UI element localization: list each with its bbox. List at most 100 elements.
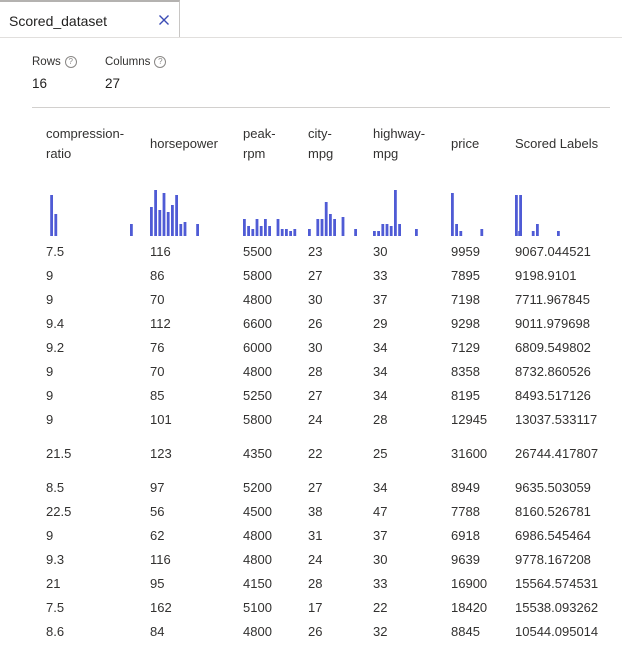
histogram-bar [50, 195, 53, 236]
table-cell: 21.5 [46, 446, 72, 461]
table-cell: 9 [46, 528, 54, 543]
table-cell: 22.5 [46, 504, 72, 519]
table-cell: 9 [46, 412, 54, 427]
histogram-bar [264, 219, 267, 236]
table-cell: 9.3 [46, 552, 65, 567]
histogram-bar [459, 231, 463, 236]
column-header[interactable]: compression- ratio [46, 124, 124, 164]
histogram-bar [415, 229, 418, 236]
histogram-bar [251, 229, 255, 236]
table-cell: 28 [308, 576, 323, 591]
table-cell: 27 [308, 480, 323, 495]
table-cell: 8195 [451, 388, 480, 403]
table-cell: 34 [373, 340, 388, 355]
table-cell: 9.2 [46, 340, 65, 355]
histogram-bar [316, 219, 320, 236]
histogram-bar [158, 210, 162, 236]
table-cell: 85 [150, 388, 165, 403]
histogram-bar [130, 224, 133, 236]
histogram-bar [183, 222, 187, 236]
table-cell: 22 [373, 600, 388, 615]
histogram-bar [354, 229, 357, 236]
table-cell: 4150 [243, 576, 272, 591]
table-cell: 8493.517126 [515, 388, 591, 403]
table-cell: 17 [308, 600, 323, 615]
histogram-bar [377, 231, 380, 236]
histogram-bar [154, 190, 157, 236]
histogram-bar [394, 190, 397, 236]
histogram-bar [150, 207, 153, 236]
histogram-bar [162, 193, 166, 236]
histogram-bar [381, 224, 385, 236]
table-cell: 5100 [243, 600, 272, 615]
table-cell: 33 [373, 576, 388, 591]
table-cell: 30 [308, 292, 323, 307]
table-cell: 26 [308, 624, 323, 639]
table-cell: 9959 [451, 244, 480, 259]
column-header[interactable]: peak- rpm [243, 124, 276, 164]
table-cell: 9639 [451, 552, 480, 567]
table-cell: 32 [373, 624, 388, 639]
histogram-bar [341, 217, 345, 236]
histogram-bar [480, 229, 484, 236]
histogram-bar [531, 231, 535, 236]
histogram-bar [259, 226, 263, 236]
table-cell: 7711.967845 [515, 292, 590, 307]
table-cell: 7788 [451, 504, 480, 519]
close-icon[interactable] [156, 12, 172, 28]
info-icon[interactable]: ? [64, 56, 77, 68]
table-cell: 4800 [243, 292, 272, 307]
column-header[interactable]: Scored Labels [515, 134, 598, 154]
histogram-bar [398, 224, 401, 236]
table-cell: 30 [373, 552, 388, 567]
histogram-bar [280, 229, 284, 236]
table-cell: 9298 [451, 316, 480, 331]
table-cell: 95 [150, 576, 165, 591]
table-cell: 5200 [243, 480, 272, 495]
histogram-bar [196, 224, 199, 236]
histogram-bar [389, 226, 393, 236]
table-cell: 9778.167208 [515, 552, 591, 567]
table-cell: 4800 [243, 364, 272, 379]
table-cell: 6000 [243, 340, 272, 355]
histogram-bar [557, 231, 560, 236]
table-cell: 28 [308, 364, 323, 379]
divider [32, 107, 610, 108]
table-cell: 62 [150, 528, 165, 543]
histogram-bar [175, 195, 178, 236]
table-cell: 30 [373, 244, 388, 259]
table-cell: 15564.574531 [515, 576, 599, 591]
table-cell: 18420 [451, 600, 488, 615]
column-header[interactable]: horsepower [150, 134, 218, 154]
table-cell: 7129 [451, 340, 480, 355]
table-cell: 47 [373, 504, 388, 519]
table-cell: 162 [150, 600, 172, 615]
column-header[interactable]: highway- mpg [373, 124, 425, 164]
table-cell: 34 [373, 364, 388, 379]
column-histogram [46, 186, 135, 238]
column-header[interactable]: city- mpg [308, 124, 333, 164]
rows-label: Rows [32, 56, 61, 68]
histogram-bar [289, 231, 292, 236]
table-cell: 9 [46, 268, 54, 283]
tab-scored-dataset[interactable]: Scored_dataset [0, 0, 180, 37]
table-cell: 6918 [451, 528, 480, 543]
table-cell: 4800 [243, 624, 272, 639]
histogram-bar [255, 219, 259, 236]
histogram-bar [536, 224, 539, 236]
table-cell: 7895 [451, 268, 480, 283]
tab-bar: Scored_dataset [0, 0, 622, 38]
table-cell: 9 [46, 388, 54, 403]
rows-value: 16 [32, 76, 48, 91]
histogram-bar [373, 231, 376, 236]
table-cell: 27 [308, 388, 323, 403]
table-cell: 9635.503059 [515, 480, 591, 495]
table-cell: 4800 [243, 552, 272, 567]
histogram-bar [320, 219, 324, 236]
column-histogram [451, 186, 523, 238]
table-cell: 37 [373, 292, 388, 307]
table-cell: 6600 [243, 316, 272, 331]
column-header[interactable]: price [451, 134, 479, 154]
info-icon[interactable]: ? [154, 56, 167, 68]
table-cell: 123 [150, 446, 172, 461]
